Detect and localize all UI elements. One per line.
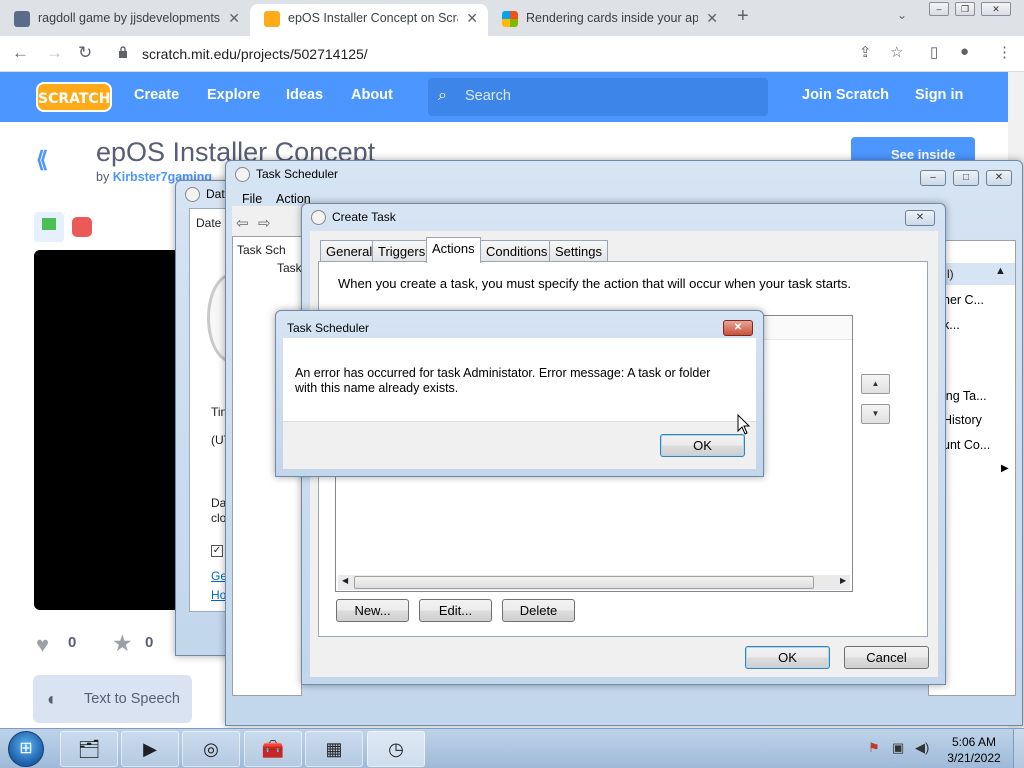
- search-icon: ⌕: [438, 87, 447, 104]
- scrollbar-thumb[interactable]: [354, 576, 814, 589]
- favorite-count: 0: [145, 634, 154, 651]
- ragdoll-favicon-icon: [14, 11, 30, 27]
- more-menu-icon[interactable]: ⋮: [997, 43, 1012, 61]
- horizontal-scrollbar[interactable]: ◀ ▶: [338, 575, 850, 590]
- system-clock[interactable]: 5:06 AM 3/21/2022: [942, 734, 1006, 766]
- address-bar[interactable]: scratch.mit.edu/projects/502714125/: [106, 40, 1016, 68]
- side-panel-icon[interactable]: ▯: [930, 43, 938, 61]
- sign-in-link[interactable]: Sign in: [915, 87, 963, 103]
- tab-triggers[interactable]: Triggers: [372, 240, 432, 262]
- lock-icon: [119, 46, 127, 58]
- windows-taskbar: ⊞ 🗂 ▶ ◎ 🧰 ▦ ◷ ⚑ ▣ ◀) 5:06 AM 3/21/2022: [0, 728, 1024, 768]
- love-count: 0: [68, 634, 77, 651]
- error-message: An error has occurred for task Administa…: [295, 366, 711, 395]
- back-icon[interactable]: ⇦: [236, 214, 249, 232]
- clock-icon: [185, 187, 200, 202]
- speech-bubble-icon: ◖: [45, 689, 56, 709]
- tab-general[interactable]: General: [320, 240, 379, 262]
- join-scratch-link[interactable]: Join Scratch: [802, 87, 889, 103]
- nav-about[interactable]: About: [351, 87, 393, 103]
- scratch-search-input[interactable]: ⌕ Search: [428, 78, 768, 116]
- media-player-icon[interactable]: ▶: [121, 731, 179, 767]
- close-icon[interactable]: ✕: [986, 170, 1012, 186]
- tree-library[interactable]: Task: [277, 261, 302, 275]
- calendar-icon[interactable]: ▦: [305, 731, 363, 767]
- edit-action-button[interactable]: Edit...: [419, 599, 492, 622]
- browser-tab-active[interactable]: epOS Installer Concept on Scratch ✕: [250, 4, 488, 36]
- clock-icon: [235, 167, 250, 182]
- project-thumbnail-icon: ⟪: [36, 147, 49, 172]
- minimize-window-icon[interactable]: –: [929, 2, 949, 16]
- scratch-logo[interactable]: SCRATCH: [36, 82, 112, 112]
- nav-explore[interactable]: Explore: [207, 87, 260, 103]
- favorite-star-icon[interactable]: ★: [112, 630, 133, 657]
- url-text: scratch.mit.edu/projects/502714125/: [142, 46, 368, 62]
- close-tab-icon[interactable]: ✕: [228, 4, 240, 32]
- new-action-button[interactable]: New...: [336, 599, 409, 622]
- action-center-icon[interactable]: ⚑: [868, 740, 880, 756]
- error-ok-button[interactable]: OK: [660, 434, 745, 457]
- explorer-icon[interactable]: 🗂: [60, 731, 118, 767]
- close-tab-icon[interactable]: ✕: [466, 4, 478, 32]
- browser-tab[interactable]: ragdoll game by jjsdevelopments ✕: [0, 4, 250, 36]
- forward-arrow-icon[interactable]: →: [46, 43, 63, 63]
- nav-ideas[interactable]: Ideas: [286, 87, 323, 103]
- browser-toolbar: ← → ↻ scratch.mit.edu/projects/502714125…: [0, 36, 1024, 72]
- move-down-icon[interactable]: ▼: [861, 404, 890, 424]
- microsoft-favicon-icon: [502, 11, 518, 27]
- minimize-icon[interactable]: –: [920, 170, 946, 186]
- restore-window-icon[interactable]: ❐: [955, 2, 975, 16]
- show-desktop-button[interactable]: [1013, 729, 1024, 768]
- back-arrow-icon[interactable]: ←: [12, 43, 29, 63]
- actions-description: When you create a task, you must specify…: [338, 276, 852, 291]
- close-icon[interactable]: ✕: [723, 320, 753, 336]
- tab-settings[interactable]: Settings: [549, 240, 608, 262]
- scroll-right-icon[interactable]: ▶: [840, 576, 846, 585]
- new-tab-button[interactable]: +: [737, 5, 749, 28]
- share-icon[interactable]: ⇪: [859, 43, 872, 61]
- date-time-panel: Date Tin (UT Da clo ✓ Ge Ho: [189, 208, 257, 612]
- menu-file[interactable]: File: [242, 192, 262, 206]
- scratch-favicon-icon: [264, 11, 280, 27]
- scroll-left-icon[interactable]: ◀: [342, 576, 348, 585]
- browser-tab[interactable]: Rendering cards inside your app ✕: [488, 4, 728, 36]
- ok-button[interactable]: OK: [745, 646, 830, 669]
- scratch-navbar: SCRATCH Create Explore Ideas About ⌕ Sea…: [0, 72, 1008, 122]
- bookmark-star-icon[interactable]: ☆: [890, 43, 903, 61]
- forward-icon[interactable]: ⇨: [258, 214, 271, 232]
- delete-action-button[interactable]: Delete: [502, 599, 575, 622]
- cancel-button[interactable]: Cancel: [844, 646, 929, 669]
- checkbox[interactable]: ✓: [211, 545, 223, 557]
- text-to-speech-extension[interactable]: ◖ Text to Speech: [33, 675, 192, 723]
- start-button[interactable]: ⊞: [8, 731, 44, 767]
- move-up-icon[interactable]: ▲: [861, 374, 890, 394]
- maximize-icon[interactable]: □: [953, 170, 979, 186]
- chrome-icon[interactable]: ◎: [182, 731, 240, 767]
- toolbox-icon[interactable]: 🧰: [244, 731, 302, 767]
- project-stage[interactable]: [34, 250, 176, 610]
- close-tab-icon[interactable]: ✕: [706, 4, 718, 32]
- tree-root[interactable]: Task Sch: [237, 243, 286, 257]
- nav-create[interactable]: Create: [134, 87, 179, 103]
- profile-avatar-icon[interactable]: ●: [960, 43, 969, 60]
- tab-search-icon[interactable]: ⌄: [897, 8, 907, 22]
- close-icon[interactable]: ✕: [905, 210, 935, 226]
- network-icon[interactable]: ▣: [892, 740, 904, 756]
- submenu-arrow-icon[interactable]: ▶: [1001, 463, 1009, 474]
- tab-conditions[interactable]: Conditions: [480, 240, 554, 262]
- collapse-icon[interactable]: ▲: [995, 265, 1006, 277]
- volume-icon[interactable]: ◀): [915, 740, 929, 756]
- stop-icon[interactable]: [72, 217, 92, 237]
- tab-actions[interactable]: Actions: [426, 237, 481, 263]
- clock-icon: [311, 210, 326, 225]
- love-heart-icon[interactable]: ♥: [36, 632, 49, 658]
- browser-tab-strip: ragdoll game by jjsdevelopments ✕ epOS I…: [0, 0, 1024, 36]
- mouse-cursor-icon: [737, 414, 751, 435]
- close-window-icon[interactable]: ✕: [981, 2, 1011, 16]
- task-scheduler-icon[interactable]: ◷: [367, 731, 425, 767]
- reload-icon[interactable]: ↻: [78, 43, 92, 63]
- green-flag-icon[interactable]: [34, 212, 64, 242]
